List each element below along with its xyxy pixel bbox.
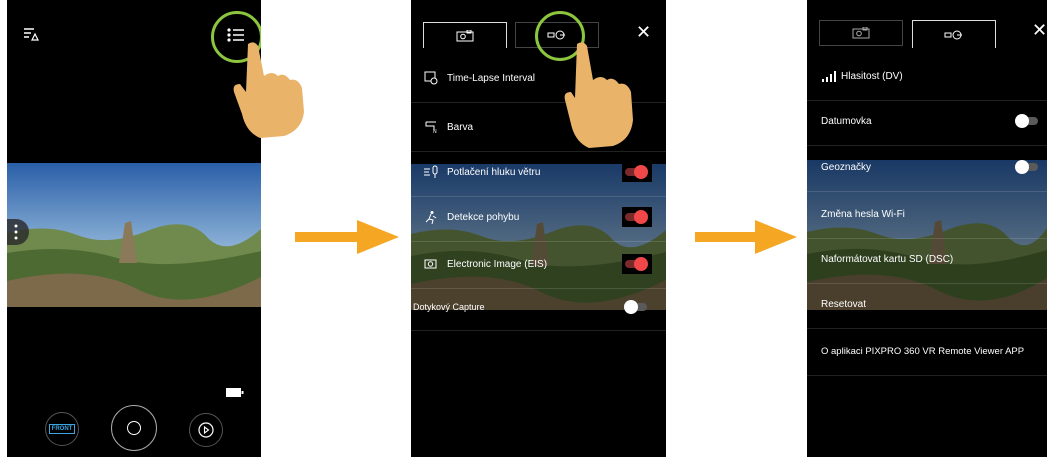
row-label: Electronic Image (EIS) (447, 258, 548, 270)
row-label: Potlačení hluku větru (447, 166, 541, 178)
toggle-switch[interactable] (1013, 157, 1043, 177)
toggle-switch[interactable] (622, 254, 652, 274)
row-touch-capture[interactable]: Dotykový Capture (411, 284, 666, 331)
general-settings-screen: ✕ Hlasitost (DV) Datumovka Geoznačky Změ… (807, 0, 1047, 457)
row-label: Resetovat (821, 298, 867, 310)
more-options-icon[interactable] (7, 219, 29, 245)
motion-detect-icon (423, 210, 439, 224)
battery-icon (226, 384, 244, 402)
camera-screen: FRONT (7, 0, 261, 457)
tab-camera[interactable] (819, 20, 903, 46)
front-button[interactable]: FRONT (45, 412, 79, 446)
shutter-button[interactable] (111, 405, 157, 451)
toggle-switch[interactable] (622, 162, 652, 182)
row-eis[interactable]: Electronic Image (EIS) (411, 240, 666, 289)
toggle-switch[interactable] (622, 297, 652, 317)
row-label: O aplikaci PIXPRO 360 VR Remote Viewer A… (821, 345, 1025, 357)
menu-filter-icon[interactable] (23, 26, 39, 47)
row-label: Time-Lapse Interval (447, 72, 535, 84)
toggle-switch[interactable] (1013, 111, 1043, 131)
row-volume[interactable]: Hlasitost (DV) (807, 52, 1047, 101)
front-label: FRONT (48, 424, 76, 434)
row-label: Datumovka (821, 115, 872, 127)
camera-icon (456, 29, 474, 41)
panorama-preview (7, 163, 261, 307)
arrow-right-icon (695, 220, 797, 259)
color-icon: N (423, 120, 439, 134)
row-date-stamp[interactable]: Datumovka (807, 97, 1047, 146)
svg-text:N: N (433, 129, 437, 134)
row-label: Detekce pohybu (447, 211, 520, 223)
row-label: Změna hesla Wi-Fi (821, 208, 905, 220)
pointing-hand-icon (563, 40, 635, 157)
volume-icon (821, 69, 837, 83)
row-label: Hlasitost (DV) (841, 70, 903, 82)
close-icon[interactable]: ✕ (636, 22, 651, 43)
row-label: Geoznačky (821, 161, 872, 173)
row-wifi-password[interactable]: Změna hesla Wi-Fi (807, 190, 1047, 239)
row-reset[interactable]: Resetovat (807, 280, 1047, 329)
pointing-hand-icon (232, 40, 308, 145)
row-label: Barva (447, 121, 474, 133)
playback-button[interactable] (189, 413, 223, 447)
setup-icon (944, 30, 962, 39)
camera-settings-screen: ✕ Time-Lapse Interval N Barva Potlačení … (411, 0, 666, 457)
play-icon (198, 422, 214, 438)
wind-noise-icon (423, 165, 439, 179)
row-motion-detect[interactable]: Detekce pohybu (411, 193, 666, 242)
row-format-sd[interactable]: Naformátovat kartu SD (DSC) (807, 235, 1047, 284)
row-about-app[interactable]: O aplikaci PIXPRO 360 VR Remote Viewer A… (807, 327, 1047, 376)
close-icon[interactable]: ✕ (1032, 20, 1047, 41)
tab-setup[interactable] (912, 20, 996, 48)
tab-camera[interactable] (423, 22, 507, 48)
timelapse-icon (423, 71, 439, 85)
toggle-switch[interactable] (622, 207, 652, 227)
row-label: Dotykový Capture (413, 302, 485, 312)
camera-icon (852, 27, 870, 39)
eis-icon (423, 257, 439, 271)
row-label: Naformátovat kartu SD (DSC) (821, 253, 954, 265)
row-geotag[interactable]: Geoznačky (807, 143, 1047, 192)
arrow-right-icon (295, 220, 399, 259)
